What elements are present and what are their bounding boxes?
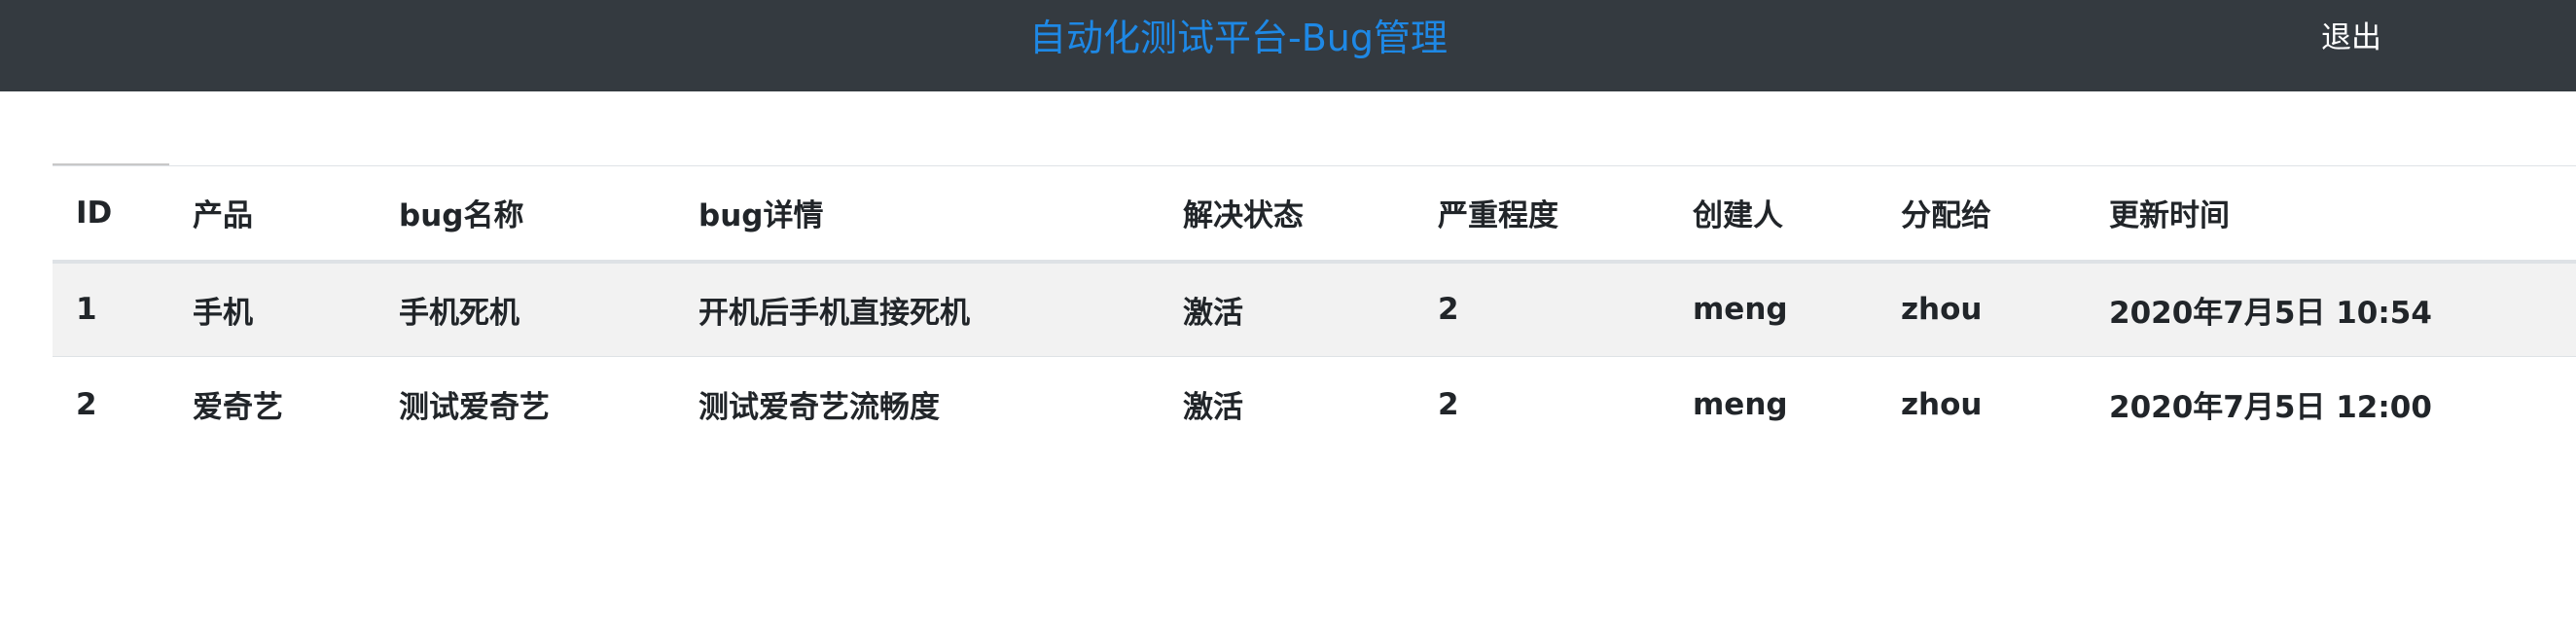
column-header-bug-name: bug名称 <box>399 198 524 234</box>
table-row[interactable]: 1 手机 手机死机 开机后手机直接死机 激活 2 meng zhou 2020年… <box>53 261 2576 357</box>
column-header-severity: 严重程度 <box>1438 198 1558 234</box>
column-header-bug-detail: bug详情 <box>698 198 824 234</box>
bug-table: ID 产品 bug名称 bug详情 解决状态 严重程度 创建人 分配给 更新时间… <box>53 165 2576 452</box>
cell-updated-time: 2020年7月5日 12:00 <box>2109 390 2432 426</box>
top-navbar: 自动化测试平台-Bug管理 退出 <box>0 0 2576 91</box>
cell-bug-name: 手机死机 <box>399 295 519 331</box>
cell-creator: meng <box>1693 386 1788 422</box>
table-row[interactable]: 2 爱奇艺 测试爱奇艺 测试爱奇艺流畅度 激活 2 meng zhou 2020… <box>53 357 2576 452</box>
cell-severity: 2 <box>1438 386 1459 422</box>
column-header-product: 产品 <box>193 198 253 234</box>
cell-status: 激活 <box>1183 295 1243 331</box>
cell-id: 1 <box>76 292 97 328</box>
column-header-status: 解决状态 <box>1183 198 1304 234</box>
column-header-id: ID <box>76 195 113 231</box>
cell-assignee: zhou <box>1901 292 1983 328</box>
brand-title-link[interactable]: 自动化测试平台-Bug管理 <box>1029 0 1448 76</box>
table-header-row: ID 产品 bug名称 bug详情 解决状态 严重程度 创建人 分配给 更新时间 <box>53 165 2576 262</box>
column-header-creator: 创建人 <box>1693 198 1783 234</box>
cell-bug-detail: 测试爱奇艺流畅度 <box>698 390 940 426</box>
cell-id: 2 <box>76 386 97 422</box>
cell-product: 手机 <box>193 295 253 331</box>
logout-link[interactable]: 退出 <box>2321 0 2381 76</box>
cell-assignee: zhou <box>1901 386 1983 422</box>
cell-bug-name: 测试爱奇艺 <box>399 390 550 426</box>
cell-creator: meng <box>1693 292 1788 328</box>
cell-status: 激活 <box>1183 390 1243 426</box>
column-header-assignee: 分配给 <box>1901 198 1991 234</box>
cell-severity: 2 <box>1438 292 1459 328</box>
cell-product: 爱奇艺 <box>193 390 283 426</box>
cell-bug-detail: 开机后手机直接死机 <box>698 295 970 331</box>
column-header-updated-time: 更新时间 <box>2109 198 2230 234</box>
cell-updated-time: 2020年7月5日 10:54 <box>2109 295 2432 331</box>
